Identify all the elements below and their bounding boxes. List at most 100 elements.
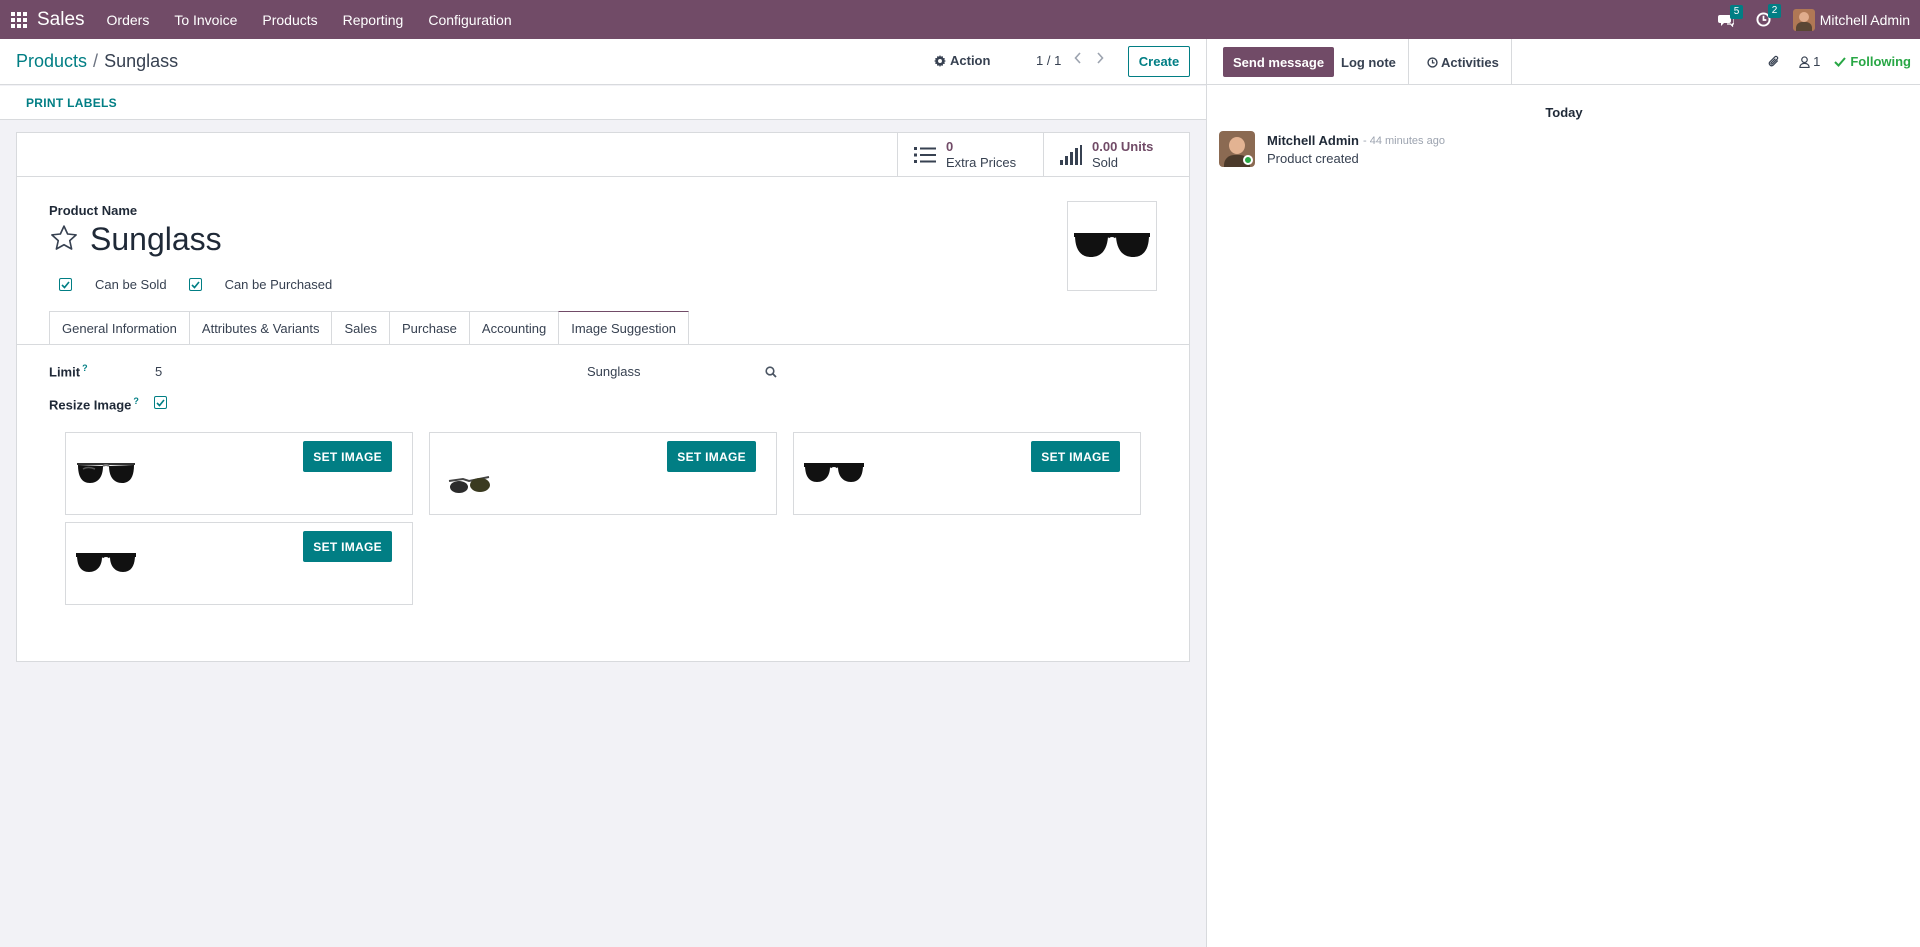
limit-field[interactable]: 5 xyxy=(155,364,162,379)
chatter-topbar: Send message Log note Activities 1 Follo… xyxy=(1207,39,1920,85)
checkmark-icon xyxy=(61,280,70,289)
can-be-purchased-checkbox[interactable] xyxy=(188,278,202,291)
breadcrumb-products[interactable]: Products xyxy=(16,51,87,71)
sold-value: 0.00 Units xyxy=(1092,139,1154,154)
suggestion-image xyxy=(74,451,138,495)
suggestion-image xyxy=(438,463,502,507)
send-message-button[interactable]: Send message xyxy=(1223,47,1335,77)
suggestion-image xyxy=(802,451,866,495)
activities-button[interactable]: 2 xyxy=(1756,4,1782,27)
tab-image-suggestion[interactable]: Image Suggestion xyxy=(558,311,690,345)
menu-configuration[interactable]: Configuration xyxy=(428,12,511,28)
pager-previous-icon[interactable] xyxy=(1074,51,1082,67)
list-icon xyxy=(914,147,936,163)
action-dropdown[interactable]: Action xyxy=(934,53,990,68)
activities-label: Activities xyxy=(1441,54,1499,70)
activities-badge: 2 xyxy=(1767,4,1782,18)
resize-help-icon[interactable]: ? xyxy=(133,396,139,406)
online-status-icon xyxy=(1243,155,1253,165)
user-avatar xyxy=(1792,8,1815,31)
favorite-star-icon[interactable] xyxy=(49,223,79,256)
chatter-actions: 1 Following xyxy=(1767,54,1911,69)
sold-button[interactable]: 0.00 Units Sold xyxy=(1043,133,1189,177)
messages-badge: 5 xyxy=(1729,4,1744,19)
tab-attributes-variants[interactable]: Attributes & Variants xyxy=(188,311,332,345)
extra-prices-button[interactable]: 0 Extra Prices xyxy=(897,133,1043,177)
set-image-button[interactable]: SET IMAGE xyxy=(303,531,392,562)
control-panel: Products / Sunglass Action 1 / 1 Create xyxy=(0,39,1206,85)
extra-prices-label: Extra Prices xyxy=(946,155,1017,170)
product-name-field[interactable]: Sunglass xyxy=(90,221,222,258)
menu-reporting[interactable]: Reporting xyxy=(343,12,404,28)
app-name[interactable]: Sales xyxy=(37,9,85,31)
breadcrumb: Products / Sunglass xyxy=(16,51,178,72)
log-note-button[interactable]: Log note xyxy=(1329,39,1409,85)
chatter-panel: Send message Log note Activities 1 Follo… xyxy=(1206,39,1920,947)
suggestion-card: SET IMAGE xyxy=(65,432,413,515)
apps-menu-icon[interactable] xyxy=(0,0,38,39)
product-image[interactable] xyxy=(1067,201,1157,291)
message-author[interactable]: Mitchell Admin xyxy=(1267,133,1359,148)
tab-general-information[interactable]: General Information xyxy=(49,311,189,345)
notebook-tabs: General Information Attributes & Variant… xyxy=(49,311,690,345)
paperclip-icon[interactable] xyxy=(1767,54,1781,69)
messaging-button[interactable]: 5 xyxy=(1717,4,1744,27)
top-navbar: Sales Orders To Invoice Products Reporti… xyxy=(0,0,1920,39)
wayfarer-sunglasses-image xyxy=(76,553,136,572)
message-body: Product created xyxy=(1267,151,1359,166)
action-label: Action xyxy=(950,53,991,68)
signal-bars-icon xyxy=(1060,145,1082,165)
user-menu[interactable]: Mitchell Admin xyxy=(1792,8,1910,31)
smart-button-box: 0 Extra Prices 0.00 Units Sold xyxy=(17,133,1189,177)
gear-icon xyxy=(934,54,946,67)
breadcrumb-current: Sunglass xyxy=(104,51,179,71)
tabs-divider xyxy=(17,344,1189,345)
menu-orders[interactable]: Orders xyxy=(107,12,150,28)
suggestion-card: SET IMAGE xyxy=(793,432,1141,515)
set-image-button[interactable]: SET IMAGE xyxy=(303,441,392,472)
following-label: Following xyxy=(1850,54,1911,69)
pager-value[interactable]: 1 / 1 xyxy=(1036,53,1061,68)
create-button[interactable]: Create xyxy=(1128,46,1190,77)
check-icon xyxy=(1834,56,1847,67)
product-name-label: Product Name xyxy=(49,203,138,218)
can-be-sold-label: Can be Sold xyxy=(95,277,167,292)
followers-button[interactable]: 1 xyxy=(1799,54,1820,69)
form-sheet: 0 Extra Prices 0.00 Units Sold Product N… xyxy=(16,132,1190,662)
suggestion-image xyxy=(74,541,138,585)
tab-accounting[interactable]: Accounting xyxy=(468,311,559,345)
breadcrumb-separator: / xyxy=(93,51,99,71)
extra-prices-value: 0 xyxy=(946,139,954,154)
user-name: Mitchell Admin xyxy=(1819,11,1910,28)
aviator-sunglasses-image xyxy=(77,463,135,483)
checkmark-icon xyxy=(156,398,165,407)
form-statusbar: PRINT LABELS xyxy=(0,86,1206,120)
sunglasses-image xyxy=(1074,233,1150,257)
sale-purchase-checkboxes: Can be Sold Can be Purchased xyxy=(59,277,354,292)
image-search-input[interactable]: Sunglass xyxy=(587,364,640,379)
checkmark-icon xyxy=(190,280,200,289)
pager-next-icon[interactable] xyxy=(1096,51,1104,67)
message-timestamp: - 44 minutes ago xyxy=(1363,135,1445,147)
user-icon xyxy=(1799,55,1810,68)
resize-image-label: Resize Image? xyxy=(49,396,139,413)
limit-help-icon[interactable]: ? xyxy=(82,363,88,373)
menu-products[interactable]: Products xyxy=(262,12,317,28)
following-button[interactable]: Following xyxy=(1834,54,1911,69)
tab-sales[interactable]: Sales xyxy=(331,311,389,345)
followers-count: 1 xyxy=(1813,54,1821,69)
can-be-purchased-label: Can be Purchased xyxy=(224,277,333,292)
set-image-button[interactable]: SET IMAGE xyxy=(1031,441,1120,472)
menu-to-invoice[interactable]: To Invoice xyxy=(174,12,237,28)
tab-purchase[interactable]: Purchase xyxy=(388,311,469,345)
search-icon[interactable] xyxy=(765,365,777,381)
set-image-button[interactable]: SET IMAGE xyxy=(667,441,756,472)
date-separator: Today xyxy=(1545,105,1583,120)
can-be-sold-checkbox[interactable] xyxy=(59,278,72,291)
suggestion-card: SET IMAGE xyxy=(429,432,777,515)
suggestion-card: SET IMAGE xyxy=(65,522,413,605)
resize-image-checkbox[interactable] xyxy=(154,396,167,409)
clock-icon xyxy=(1427,56,1438,68)
activities-button[interactable]: Activities xyxy=(1415,39,1512,85)
print-labels-button[interactable]: PRINT LABELS xyxy=(26,96,117,110)
